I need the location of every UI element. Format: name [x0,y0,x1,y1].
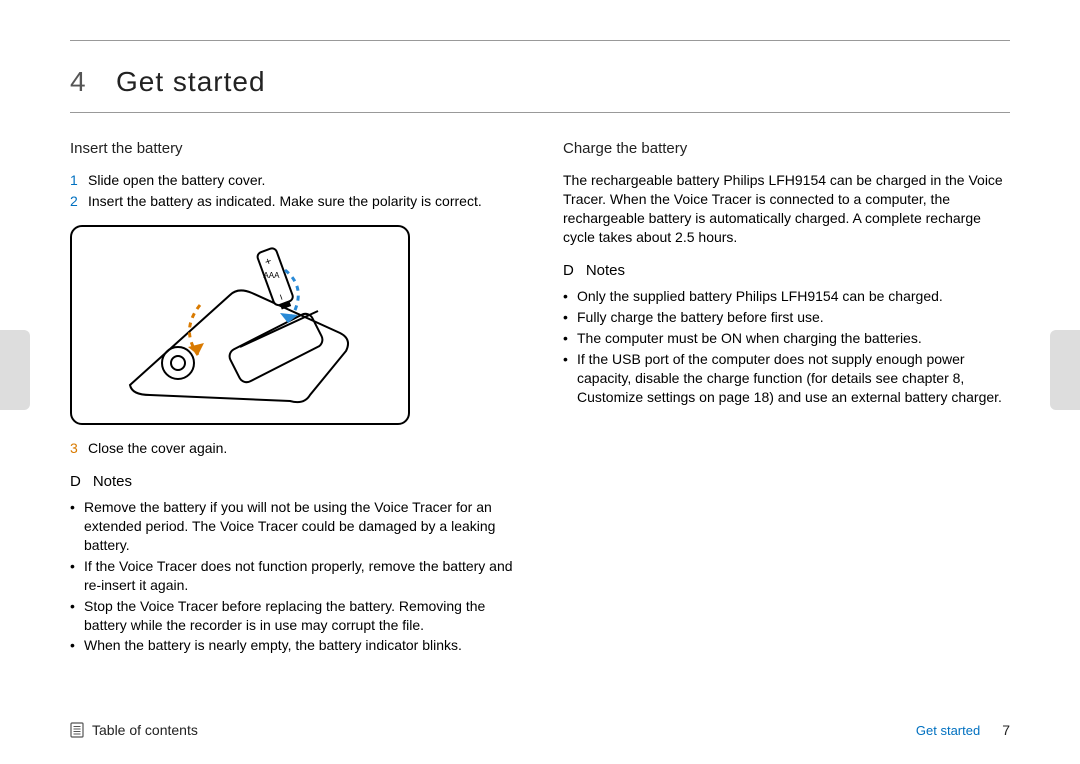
list-item: Fully charge the battery before first us… [563,308,1010,327]
footer-right: Get started 7 [916,722,1010,738]
step-text: Slide open the battery cover. [88,171,517,190]
list-item: Stop the Voice Tracer before replacing t… [70,597,517,635]
page-number: 7 [1002,722,1010,738]
prev-page-tab[interactable] [0,330,30,410]
list-item: If the USB port of the computer does not… [563,350,1010,407]
battery-illustration: AAA + − [70,225,410,425]
step-3: 3 Close the cover again. [70,439,517,458]
step-number: 3 [70,439,88,458]
step-1: 1 Slide open the battery cover. [70,171,517,190]
list-item: Only the supplied battery Philips LFH915… [563,287,1010,306]
step-text: Insert the battery as indicated. Make su… [88,192,517,211]
left-column: Insert the battery 1 Slide open the batt… [70,131,517,657]
list-item: When the battery is nearly empty, the ba… [70,636,517,655]
page-footer: Table of contents Get started 7 [70,722,1010,738]
note-symbol: D [563,261,574,281]
notes-heading-right: D Notes [563,261,1010,281]
next-page-tab[interactable] [1050,330,1080,410]
chapter-heading: 4 Get started [70,66,1010,113]
chapter-title: Get started [116,66,266,98]
notes-label: Notes [93,472,132,492]
chapter-number: 4 [70,66,116,98]
manual-page: 4 Get started Insert the battery 1 Slide… [0,0,1080,764]
left-subhead: Insert the battery [70,139,517,159]
step-number: 2 [70,192,88,211]
list-item: Remove the battery if you will not be us… [70,498,517,555]
toc-icon [70,722,84,738]
toc-label: Table of contents [92,722,198,738]
notes-heading-left: D Notes [70,472,517,492]
svg-text:AAA: AAA [263,271,280,280]
right-subhead: Charge the battery [563,139,1010,159]
section-link[interactable]: Get started [916,723,980,738]
note-symbol: D [70,472,81,492]
left-notes-list: Remove the battery if you will not be us… [70,498,517,655]
list-item: If the Voice Tracer does not function pr… [70,557,517,595]
toc-link[interactable]: Table of contents [70,722,198,738]
right-notes-list: Only the supplied battery Philips LFH915… [563,287,1010,406]
notes-label: Notes [586,261,625,281]
step-number: 1 [70,171,88,190]
right-column: Charge the battery The rechargeable batt… [563,131,1010,657]
step-text: Close the cover again. [88,439,517,458]
content-columns: Insert the battery 1 Slide open the batt… [70,131,1010,657]
list-item: The computer must be ON when charging th… [563,329,1010,348]
top-rule [70,40,1010,41]
step-2: 2 Insert the battery as indicated. Make … [70,192,517,211]
charge-paragraph: The rechargeable battery Philips LFH9154… [563,171,1010,247]
